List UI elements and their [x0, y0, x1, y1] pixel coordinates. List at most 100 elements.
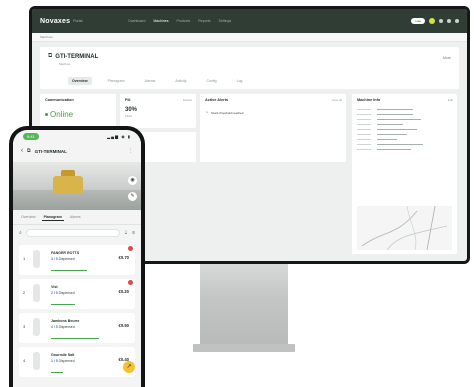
slot-stock-unit: Dispensed: [58, 359, 75, 363]
nav-item-reports[interactable]: Reports: [198, 19, 210, 23]
user-avatar-icon[interactable]: [455, 19, 459, 23]
nav-item-dashboard[interactable]: Dashboard: [128, 19, 145, 23]
machine-info-edit-link[interactable]: Edit: [448, 98, 453, 102]
filter-icon[interactable]: ≡: [132, 230, 135, 236]
slot-number: 2: [23, 290, 26, 295]
nav-item-products[interactable]: Products: [176, 19, 190, 23]
more-button[interactable]: More: [443, 56, 451, 60]
slot-product-name: Vist: [51, 285, 58, 289]
alert-item[interactable]: ◔ Stock threshold reached: [205, 110, 341, 116]
slot-stock-count: 2 / 5: [51, 291, 58, 295]
notification-icon[interactable]: [439, 19, 443, 23]
tab-overview[interactable]: Overview: [68, 77, 92, 85]
alerts-view-all-link[interactable]: View all: [332, 98, 342, 102]
slot-price: €0.50: [118, 323, 129, 328]
slot-number: 1: [23, 256, 26, 261]
slot-stock-unit: Dispensed: [58, 325, 75, 329]
environment-toggle-icon[interactable]: [429, 18, 435, 24]
alerts-card: Active Alerts View all ◔ Stock threshold…: [200, 94, 346, 162]
alert-badge: [128, 246, 133, 251]
entity-subtitle: Machine: [59, 62, 71, 66]
signal-battery-icon: ▂▄▆ ◉ ▮: [107, 133, 131, 139]
mobile-phone: 9:41 ▂▄▆ ◉ ▮ ‹ ⧉ GTI-TERMINAL ⋮ ◉ ✎ Over…: [9, 126, 145, 387]
mobile-tab-alarms[interactable]: Alarms: [68, 214, 83, 221]
terminal-icon: ⧉: [27, 148, 31, 154]
slot-stock-unit: Dispensed: [58, 257, 75, 261]
slot-number: 4: [23, 358, 26, 363]
fill-label: Filled: [125, 114, 133, 118]
terminal-icon: ⧉: [48, 53, 53, 59]
machine-hero-image: ◉ ✎: [13, 162, 141, 210]
nav-item-machines[interactable]: Machines: [153, 19, 168, 23]
map-roads-icon: [361, 205, 448, 251]
fill-card-title: Fill: [125, 98, 131, 102]
machine-shape: [53, 176, 83, 194]
mobile-tab-planogram[interactable]: Planogram: [41, 214, 64, 221]
tab-config[interactable]: Config: [203, 77, 221, 85]
tab-alarms[interactable]: Alarms: [141, 77, 160, 85]
stock-fill-bar: [51, 371, 63, 373]
slot-stock-count: 3 / 5: [51, 257, 58, 261]
slot-stock: 2 / 5 Dispensed: [51, 291, 75, 295]
slot-stock: 4 / 5 Dispensed: [51, 325, 75, 329]
product-bottle-icon: [33, 352, 40, 370]
slot-stock: 1 / 5 Dispensed: [51, 359, 75, 363]
slot-row[interactable]: 4 Gourmile Salt 1 / 5 Dispensed €0.40: [19, 347, 135, 377]
app-logo[interactable]: Novaxes: [40, 18, 70, 25]
slot-row[interactable]: 1 FANGER ROTTS 3 / 5 Dispensed €0.70: [19, 245, 135, 275]
top-navigation-bar: Novaxes Portal Dashboard Machines Produc…: [32, 9, 467, 33]
status-time: 9:41: [23, 132, 39, 140]
stock-fill-bar: [51, 303, 75, 305]
slot-stock-count: 1 / 5: [51, 359, 58, 363]
product-bottle-icon: [33, 318, 40, 336]
fill-card-details-link[interactable]: Details: [183, 98, 192, 102]
entity-title-row: ⧉ GTI-TERMINAL: [48, 53, 451, 60]
product-bottle-icon: [33, 284, 40, 302]
top-nav: Dashboard Machines Products Reports Sett…: [128, 19, 231, 23]
page-title: GTI-TERMINAL: [55, 53, 99, 60]
stock-fill-bar: [51, 269, 87, 271]
app-logo-sub: Portal: [73, 19, 83, 23]
alert-item-text: Stock threshold reached: [211, 111, 244, 115]
slot-row[interactable]: 3 Jambons Beurre 4 / 5 Dispensed €0.50: [19, 313, 135, 343]
slot-row[interactable]: 2 Vist 2 / 5 Dispensed €0.20: [19, 279, 135, 309]
mobile-tab-overview[interactable]: Overview: [19, 214, 38, 221]
tab-planogram[interactable]: Planogram: [104, 77, 129, 85]
camera-icon[interactable]: ◉: [128, 176, 137, 185]
slot-list: 1 FANGER ROTTS 3 / 5 Dispensed €0.70 2 V…: [13, 245, 141, 377]
tab-log[interactable]: Log: [233, 77, 247, 85]
alert-icon: ◔: [205, 110, 209, 116]
back-arrow-icon[interactable]: ‹: [21, 148, 23, 154]
status-dot-icon: [45, 113, 48, 117]
location-map[interactable]: [357, 205, 452, 251]
info-row: [357, 147, 452, 152]
monitor-stand: [200, 264, 288, 346]
machine-info-card: Machine Info Edit: [352, 94, 457, 254]
communication-card: Communication Online: [40, 94, 116, 128]
nav-item-settings[interactable]: Settings: [219, 19, 232, 23]
online-status: Online: [45, 110, 111, 119]
entity-tabs: Overview Planogram Alarms Activity Confi…: [68, 77, 246, 85]
help-icon[interactable]: [447, 19, 451, 23]
slot-price: €0.70: [118, 255, 129, 260]
mobile-tabs: Overview Planogram Alarms: [13, 210, 141, 225]
mobile-screen: 9:41 ▂▄▆ ◉ ▮ ‹ ⧉ GTI-TERMINAL ⋮ ◉ ✎ Over…: [13, 130, 141, 387]
product-bottle-icon: [33, 250, 40, 268]
breadcrumb-text[interactable]: Machines: [40, 35, 53, 39]
monitor-stand-base: [193, 344, 295, 352]
slot-stock-count: 4 / 5: [51, 325, 58, 329]
breadcrumb: Machines: [32, 33, 467, 42]
download-icon[interactable]: ⇣: [124, 230, 128, 236]
edit-icon[interactable]: ✎: [128, 192, 137, 201]
search-input[interactable]: [25, 229, 120, 237]
environment-pill[interactable]: Live: [411, 18, 425, 24]
fill-value: 30%: [125, 107, 138, 113]
slot-product-name: Jambons Beurre: [51, 319, 80, 323]
slot-price: €0.20: [118, 289, 129, 294]
tab-activity[interactable]: Activity: [171, 77, 190, 85]
search-icon: ⌕: [19, 230, 22, 236]
refill-fab-button[interactable]: ↗: [123, 361, 135, 373]
slot-product-name: Gourmile Salt: [51, 353, 75, 357]
more-vertical-icon[interactable]: ⋮: [128, 148, 133, 154]
machine-info-title: Machine Info: [357, 98, 381, 102]
